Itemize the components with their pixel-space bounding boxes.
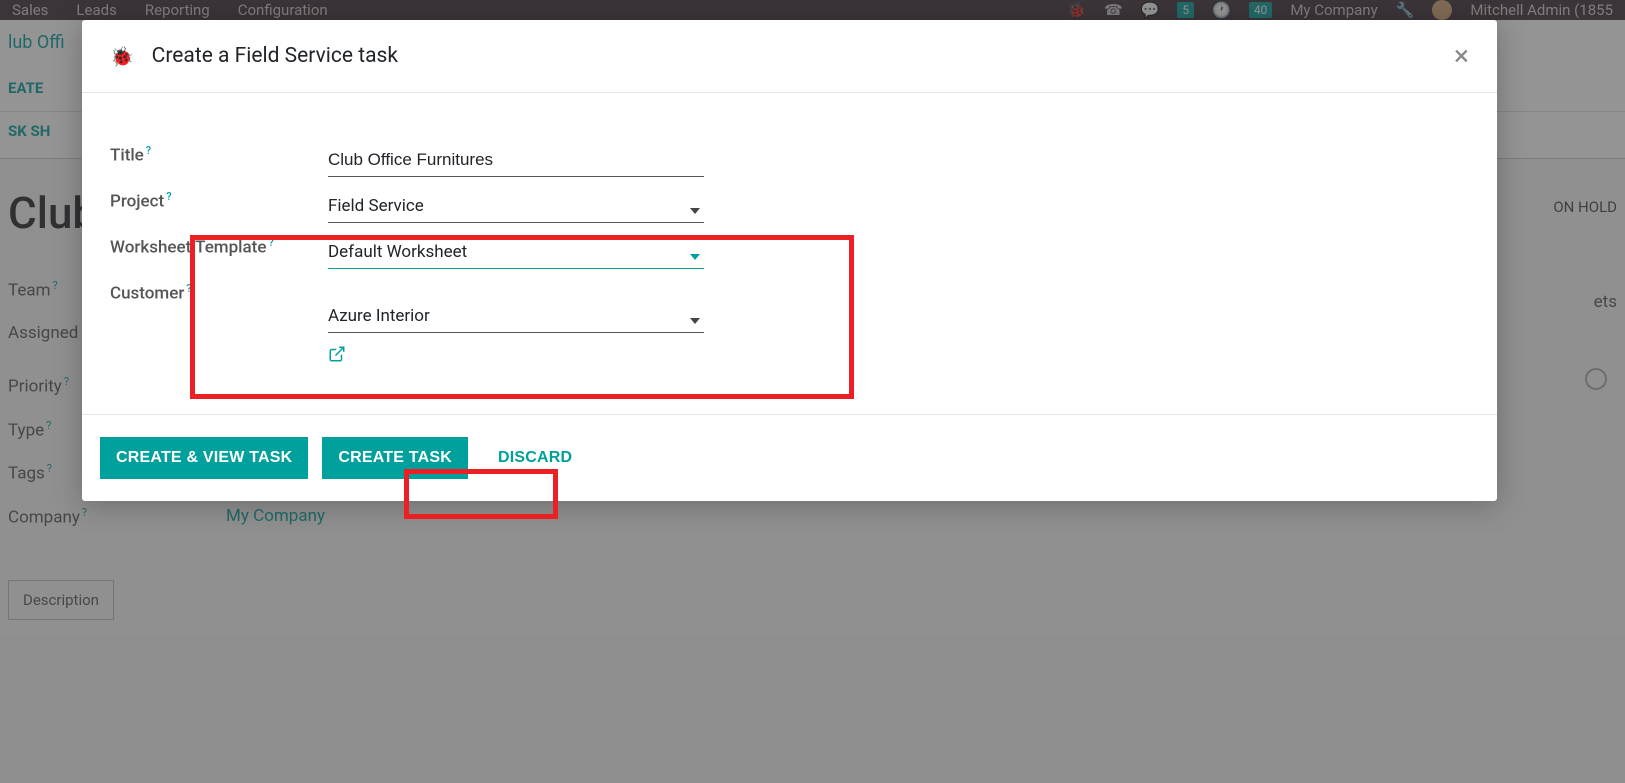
discard-button[interactable]: DISCARD: [482, 437, 588, 479]
external-link-row: [328, 337, 704, 368]
chevron-down-icon[interactable]: [690, 318, 700, 324]
customer-label: Customer?: [110, 273, 328, 306]
create-task-button[interactable]: CREATE TASK: [322, 437, 468, 479]
title-input[interactable]: [328, 148, 704, 172]
create-task-modal: 🐞 Create a Field Service task × Title? P…: [82, 20, 1497, 501]
modal-title: 🐞 Create a Field Service task: [110, 44, 398, 68]
modal-header: 🐞 Create a Field Service task ×: [82, 20, 1497, 93]
title-field[interactable]: [328, 135, 704, 177]
chevron-down-icon[interactable]: [690, 208, 700, 214]
project-value: Field Service: [328, 194, 704, 218]
worksheet-label: Worksheet Template?: [110, 227, 328, 260]
modal-form: Title? Project? Field Service Worksheet …: [110, 135, 1469, 368]
title-label: Title?: [110, 135, 328, 168]
customer-field[interactable]: Azure Interior: [328, 291, 704, 333]
modal-body: Title? Project? Field Service Worksheet …: [82, 93, 1497, 414]
bug-icon: 🐞: [110, 45, 134, 68]
chevron-down-icon[interactable]: [690, 254, 700, 260]
project-label: Project?: [110, 181, 328, 214]
modal-title-text: Create a Field Service task: [152, 44, 398, 68]
close-icon[interactable]: ×: [1454, 42, 1469, 70]
external-link-icon[interactable]: [328, 347, 346, 368]
project-field[interactable]: Field Service: [328, 181, 704, 223]
modal-footer: CREATE & VIEW TASK CREATE TASK DISCARD: [82, 414, 1497, 501]
create-view-task-button[interactable]: CREATE & VIEW TASK: [100, 437, 308, 479]
worksheet-field[interactable]: Default Worksheet: [328, 227, 704, 269]
worksheet-value: Default Worksheet: [328, 240, 704, 264]
customer-value: Azure Interior: [328, 304, 704, 328]
